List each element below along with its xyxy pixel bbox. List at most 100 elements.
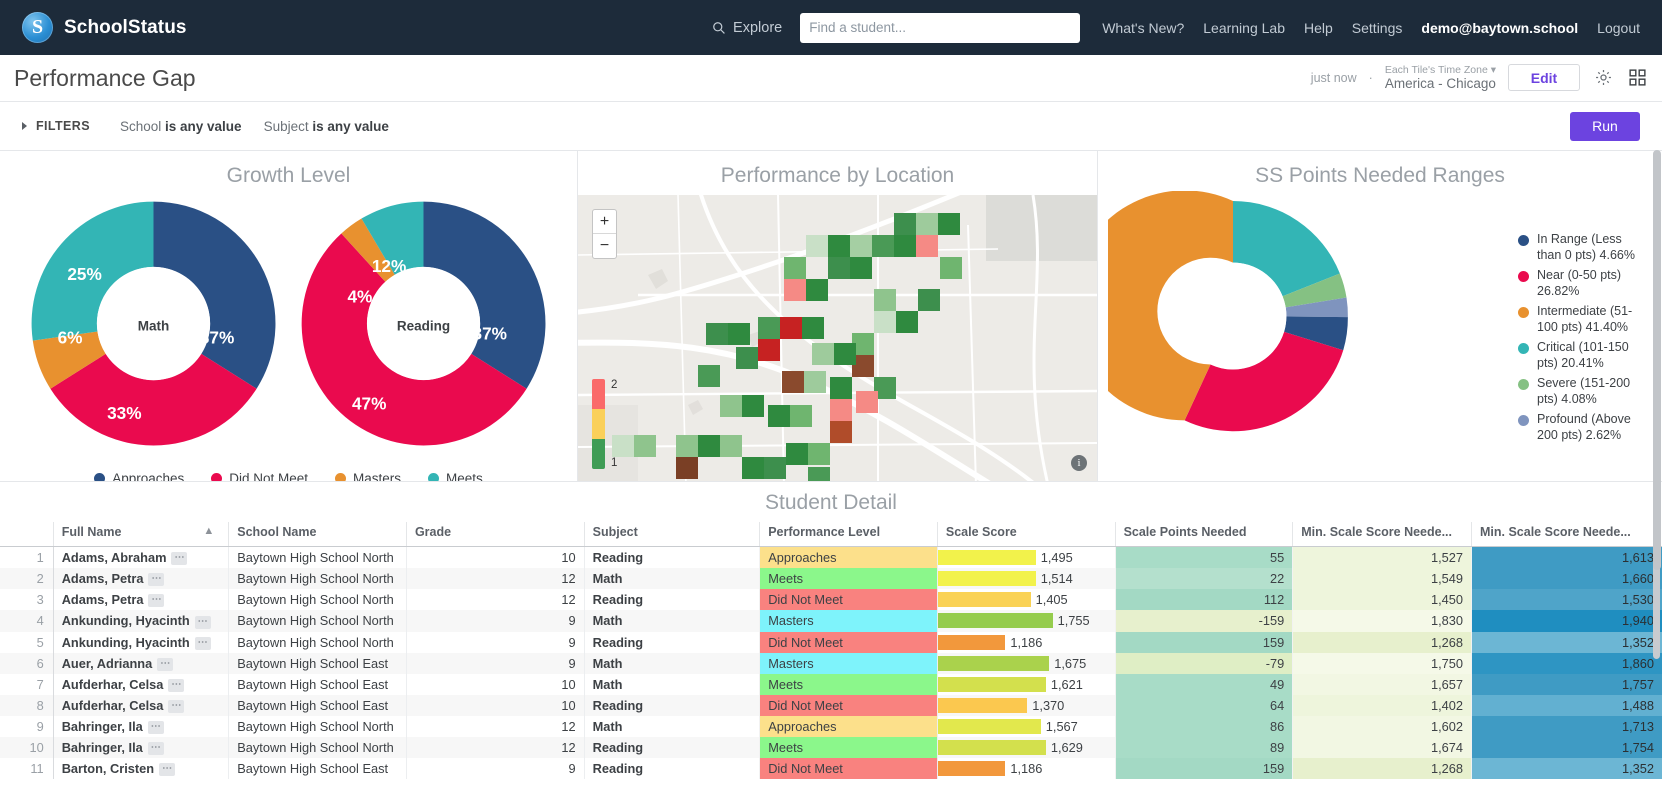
table-row[interactable]: 8 Aufderhar, Celsa ⋯ Baytown High School Ea…: [0, 694, 1662, 716]
column-header-min-scale-score-2[interactable]: Min. Scale Score Neede...: [1471, 522, 1662, 547]
row-menu-icon[interactable]: ⋯: [157, 657, 174, 671]
column-header-index: [0, 522, 54, 547]
map-legend-labels: 2 1: [611, 379, 617, 469]
student-search-box[interactable]: [800, 12, 1081, 43]
ss-legend-swatch-in-range: [1518, 235, 1529, 246]
cell-scale-points-needed: 49: [1114, 673, 1293, 695]
cell-subject: Reading: [583, 758, 760, 780]
nav-link-logout[interactable]: Logout: [1597, 20, 1640, 36]
map-zoom-controls[interactable]: + −: [592, 209, 617, 259]
ss-legend-item-near[interactable]: Near (0-50 pts) 26.82%: [1518, 267, 1646, 299]
row-menu-icon[interactable]: ⋯: [148, 594, 165, 608]
ss-legend-item-in-range[interactable]: In Range (Less than 0 pts) 4.66%: [1518, 231, 1646, 263]
column-header-min-scale-score-1[interactable]: Min. Scale Score Neede...: [1292, 522, 1472, 547]
cell-full-name[interactable]: Adams, Abraham ⋯: [52, 546, 229, 569]
column-header-school-name[interactable]: School Name: [228, 522, 407, 547]
filters-toggle[interactable]: FILTERS: [22, 119, 90, 133]
brand-logo-group[interactable]: S SchoolStatus: [22, 12, 187, 43]
timezone-label: Each Tile's Time Zone ▾: [1384, 64, 1496, 77]
row-menu-icon[interactable]: ⋯: [168, 700, 185, 713]
cell-performance-level: Approaches: [759, 716, 938, 738]
table-row[interactable]: 9 Bahringer, Ila ⋯ Baytown High School Nort…: [0, 716, 1662, 738]
grid-view-icon[interactable]: [1626, 67, 1648, 89]
filter-chip-school[interactable]: School is any value: [120, 119, 242, 134]
filter-chip-subject[interactable]: Subject is any value: [264, 119, 389, 134]
table-row[interactable]: 5 Ankunding, Hyacinth ⋯ Baytown High School…: [0, 631, 1662, 653]
schoolstatus-logo-icon: S: [22, 12, 53, 43]
ss-donut[interactable]: [1069, 190, 1358, 446]
ss-legend-swatch-profound: [1518, 415, 1529, 426]
ss-legend-item-critical[interactable]: Critical (101-150 pts) 20.41%: [1518, 339, 1646, 371]
map-zoom-in-button[interactable]: +: [593, 210, 616, 234]
nav-link-account-email[interactable]: demo@baytown.school: [1421, 20, 1578, 36]
row-menu-icon[interactable]: ⋯: [194, 615, 211, 629]
cell-min-scale-score-1: 1,268: [1292, 631, 1472, 653]
table-row[interactable]: 11 Barton, Cristen ⋯ Baytown High School Ea…: [0, 758, 1662, 780]
row-menu-icon[interactable]: ⋯: [147, 742, 164, 756]
cell-min-scale-score-1: 1,527: [1292, 546, 1472, 569]
cell-full-name[interactable]: Adams, Petra ⋯: [52, 568, 229, 590]
cell-grade: 12: [405, 716, 585, 738]
run-button[interactable]: Run: [1570, 111, 1640, 141]
student-detail-tile: Student Detail Full Name ▲ School Name G…: [0, 481, 1662, 780]
cell-full-name[interactable]: Aufderhar, Celsa ⋯: [52, 673, 229, 695]
row-index: 4: [0, 610, 54, 632]
map-legend-max: 2: [611, 379, 618, 391]
edit-button[interactable]: Edit: [1508, 64, 1580, 92]
row-menu-icon[interactable]: ⋯: [194, 636, 211, 650]
cell-scale-points-needed: 55: [1114, 546, 1293, 569]
table-row[interactable]: 2 Adams, Petra ⋯ Baytown High School North 1…: [0, 568, 1662, 590]
cell-full-name[interactable]: Ankunding, Hyacinth ⋯: [52, 631, 229, 653]
cell-min-scale-score-2: 1,754: [1471, 737, 1662, 759]
map-legend-gradient: [592, 379, 605, 469]
donut-math[interactable]: 37% 33% 6% 25% Math: [21, 191, 286, 461]
donut-reading[interactable]: 37% 47% 4% 12% Reading: [291, 191, 556, 461]
table-row[interactable]: 10 Bahringer, Ila ⋯ Baytown High School Nor…: [0, 737, 1662, 759]
cell-subject: Math: [583, 652, 760, 674]
column-header-full-name[interactable]: Full Name ▲: [52, 522, 229, 547]
map-zoom-out-button[interactable]: −: [593, 234, 616, 258]
page-scrollbar[interactable]: [1653, 150, 1661, 570]
cell-full-name[interactable]: Adams, Petra ⋯: [52, 589, 229, 611]
column-header-scale-points-needed[interactable]: Scale Points Needed: [1114, 522, 1293, 547]
table-row[interactable]: 3 Adams, Petra ⋯ Baytown High School North 1…: [0, 589, 1662, 611]
nav-link-whats-new[interactable]: What's New?: [1102, 20, 1184, 36]
timezone-selector[interactable]: Each Tile's Time Zone ▾ America - Chicag…: [1385, 64, 1496, 92]
cell-full-name[interactable]: Barton, Cristen ⋯: [52, 758, 229, 780]
nav-link-settings[interactable]: Settings: [1352, 20, 1403, 36]
ss-legend-item-intermediate[interactable]: Intermediate (51-100 pts) 41.40%: [1518, 303, 1646, 335]
cell-full-name[interactable]: Ankunding, Hyacinth ⋯: [52, 610, 229, 632]
row-index: 1: [36, 550, 44, 566]
row-menu-icon[interactable]: ⋯: [159, 763, 176, 777]
cell-full-name[interactable]: Auer, Adrianna ⋯: [52, 652, 229, 674]
table-row[interactable]: 4 Ankunding, Hyacinth ⋯ Baytown High School…: [0, 610, 1662, 632]
row-menu-icon[interactable]: ⋯: [147, 721, 164, 735]
cell-subject: Reading: [583, 589, 760, 611]
column-header-grade[interactable]: Grade: [405, 522, 585, 547]
nav-link-help[interactable]: Help: [1304, 20, 1333, 36]
ss-legend-item-profound[interactable]: Profound (Above 200 pts) 2.62%: [1518, 411, 1646, 443]
cell-scale-score: 1,629: [936, 737, 1116, 759]
table-row[interactable]: 7 Aufderhar, Celsa ⋯ Baytown High School Ea…: [0, 673, 1662, 695]
cell-performance-level: Did Not Meet: [759, 631, 938, 653]
table-header-row: Full Name ▲ School Name Grade Subject Pe…: [0, 522, 1662, 547]
tile-title-ss-points: SS Points Needed Ranges: [1255, 164, 1505, 187]
column-header-scale-score[interactable]: Scale Score: [936, 522, 1116, 547]
row-menu-icon[interactable]: ⋯: [148, 573, 165, 587]
map-canvas[interactable]: + − 2 1 i: [578, 195, 1097, 481]
row-menu-icon[interactable]: ⋯: [171, 552, 188, 566]
table-row[interactable]: 1 Adams, Abraham ⋯ Baytown High School Nort…: [0, 546, 1662, 569]
explore-button[interactable]: Explore: [712, 20, 782, 36]
column-header-subject[interactable]: Subject: [583, 522, 760, 547]
nav-link-learning-lab[interactable]: Learning Lab: [1203, 20, 1285, 36]
column-header-performance-level[interactable]: Performance Level: [759, 522, 938, 547]
table-row[interactable]: 6 Auer, Adrianna ⋯ Baytown High School East…: [0, 652, 1662, 674]
cell-full-name[interactable]: Bahringer, Ila ⋯: [52, 737, 229, 759]
row-menu-icon[interactable]: ⋯: [168, 678, 185, 692]
cell-full-name[interactable]: Bahringer, Ila ⋯: [52, 716, 229, 738]
ss-legend-item-severe[interactable]: Severe (151-200 pts) 4.08%: [1518, 375, 1646, 407]
map-info-icon[interactable]: i: [1071, 455, 1087, 471]
search-input[interactable]: [809, 20, 1072, 35]
cell-full-name[interactable]: Aufderhar, Celsa ⋯: [52, 694, 229, 716]
gear-icon[interactable]: [1592, 67, 1614, 89]
